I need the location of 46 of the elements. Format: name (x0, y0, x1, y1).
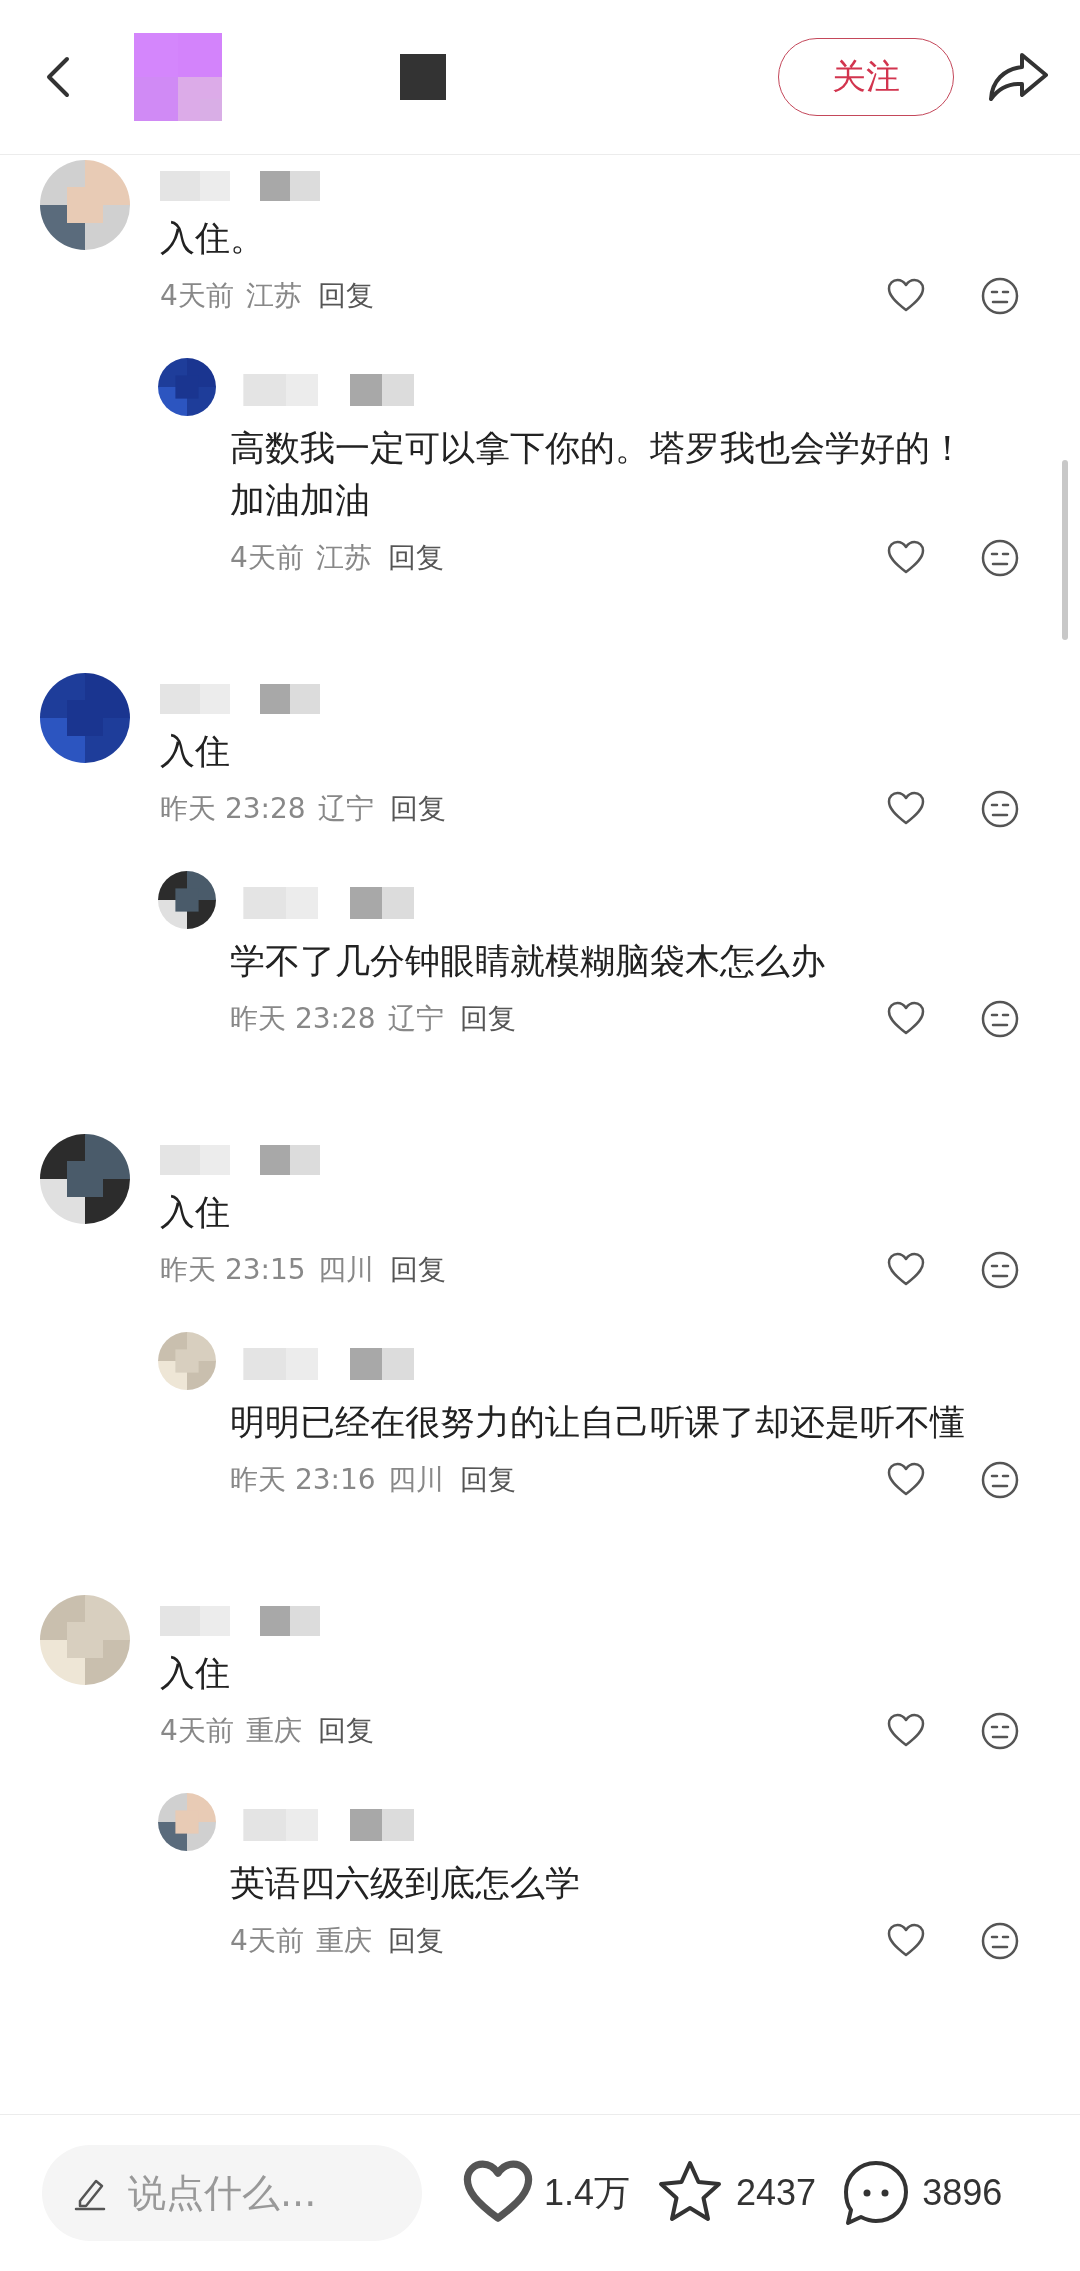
comment-time: 4天前 (230, 540, 304, 576)
reply-link[interactable]: 回复 (459, 1461, 516, 1499)
neutral-face-icon[interactable] (980, 1460, 1020, 1500)
neutral-face-icon[interactable] (980, 538, 1020, 578)
comment-location: 江苏 (245, 278, 302, 314)
comment-time: 4天前 (160, 278, 234, 314)
reply-link[interactable]: 回复 (459, 1000, 516, 1038)
reply-link[interactable]: 回复 (387, 539, 444, 577)
neutral-face-icon[interactable] (980, 999, 1020, 1039)
comment-time: 昨天 23:28 (230, 1001, 376, 1037)
comment-time: 4天前 (160, 1713, 234, 1749)
reply-link[interactable]: 回复 (389, 1251, 446, 1289)
favorite-button[interactable]: 2437 (654, 2157, 817, 2229)
comment-location: 辽宁 (317, 791, 374, 827)
comment-location: 四川 (317, 1252, 374, 1288)
comment-time: 昨天 23:15 (160, 1252, 306, 1288)
reply-link[interactable]: 回复 (387, 1922, 444, 1960)
comment-text: 入住 (160, 1191, 231, 1234)
neutral-face-icon[interactable] (980, 789, 1020, 829)
neutral-face-icon[interactable] (980, 1250, 1020, 1290)
comment-text: 入住。 (160, 217, 266, 260)
neutral-face-icon[interactable] (980, 1921, 1020, 1961)
comment-location: 江苏 (315, 540, 372, 576)
comment-location: 四川 (387, 1462, 444, 1498)
comment-text: 入住 (160, 1652, 231, 1695)
reply-text: 学不了几分钟眼睛就模糊脑袋木怎么办 (230, 940, 826, 983)
comment-button[interactable]: 3896 (840, 2157, 1003, 2229)
comment-location: 重庆 (315, 1923, 372, 1959)
comment-input[interactable]: 说点什么... (42, 2145, 422, 2241)
reply-text: 明明已经在很努力的让自己听课了却还是听不懂 (230, 1401, 966, 1444)
comment-location: 重庆 (245, 1713, 302, 1749)
reply-text: 高数我一定可以拿下你的。塔罗我也会学好的！加油加油 (230, 427, 966, 522)
neutral-face-icon[interactable] (980, 276, 1020, 316)
reply-link[interactable]: 回复 (389, 790, 446, 828)
reply-link[interactable]: 回复 (317, 277, 374, 315)
like-button[interactable]: 1.4万 (462, 2157, 631, 2229)
reply-link[interactable]: 回复 (317, 1712, 374, 1750)
comment-time: 4天前 (230, 1923, 304, 1959)
mosaic-drawing (400, 54, 446, 100)
comment-text: 入住 (160, 730, 231, 773)
neutral-face-icon[interactable] (980, 1711, 1020, 1751)
reply-text: 英语四六级到底怎么学 (230, 1862, 581, 1905)
follow-button[interactable]: 关注 (778, 38, 954, 116)
comment-time: 昨天 23:28 (160, 791, 306, 827)
comment-location: 辽宁 (387, 1001, 444, 1037)
comment-time: 昨天 23:16 (230, 1462, 376, 1498)
